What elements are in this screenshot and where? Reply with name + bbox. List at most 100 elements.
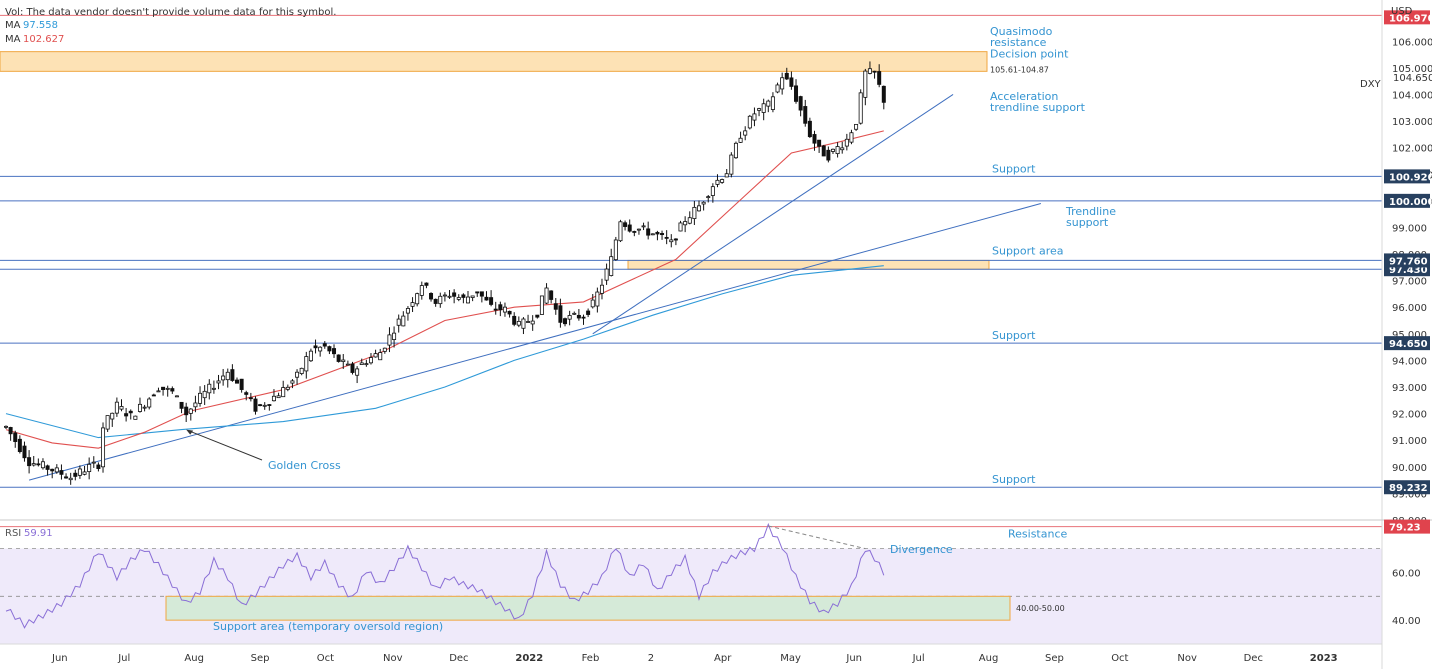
- candle-body: [604, 268, 609, 281]
- candle-body: [124, 413, 129, 417]
- candle-body: [558, 305, 563, 323]
- candle-body: [405, 308, 410, 314]
- candle-body: [364, 363, 369, 366]
- time-axis-tick: 2022: [515, 653, 543, 664]
- candle-body: [618, 221, 623, 242]
- candle-body: [632, 231, 637, 233]
- candle-body: [844, 138, 849, 147]
- candle-body: [119, 406, 124, 410]
- candle-body: [743, 130, 748, 136]
- candle-body: [8, 427, 13, 435]
- candle-body: [332, 348, 337, 355]
- time-axis-tick: Apr: [714, 653, 732, 664]
- candle-body: [114, 401, 119, 414]
- candle-body: [572, 312, 577, 315]
- candle-body: [322, 343, 327, 347]
- candle-body: [244, 392, 249, 395]
- ma1-label: MA: [5, 20, 21, 31]
- candle-body: [692, 206, 697, 219]
- time-axis-tick: Nov: [1177, 653, 1197, 664]
- candle-body: [627, 224, 632, 232]
- candle-body: [840, 147, 845, 151]
- candle-body: [493, 308, 498, 311]
- candle-body: [761, 103, 766, 113]
- tag-rsi-resistance: 79.23: [1389, 523, 1421, 534]
- candle-body: [609, 256, 614, 276]
- candle-body: [308, 350, 313, 362]
- candle-body: [789, 77, 794, 87]
- candle-body: [327, 346, 332, 352]
- quasimodo-label-line-2: resistance: [990, 36, 1047, 49]
- candle-body: [549, 290, 554, 300]
- rsi-divergence-label: Divergence: [890, 543, 953, 556]
- candle-body: [641, 225, 646, 228]
- candle-body: [410, 302, 415, 307]
- candle-body: [4, 425, 9, 428]
- candle-body: [553, 303, 558, 310]
- candle-body: [50, 468, 55, 472]
- time-axis-tick: Jun: [51, 653, 68, 664]
- candle-body: [858, 92, 863, 124]
- candle-body: [461, 294, 466, 298]
- candle-body: [803, 106, 808, 124]
- candle-body: [498, 304, 503, 311]
- candle-body: [798, 96, 803, 111]
- candle-body: [359, 362, 364, 365]
- candle-body: [720, 179, 725, 183]
- time-axis-tick: Sep: [251, 653, 270, 664]
- candle-body: [669, 239, 674, 243]
- price-axis-tick: 99.000: [1392, 223, 1427, 234]
- candle-body: [285, 386, 290, 390]
- candle-body: [516, 320, 521, 326]
- candle-body: [752, 113, 757, 121]
- candle-body: [535, 314, 540, 318]
- candle-body: [447, 295, 452, 298]
- candle-body: [345, 363, 350, 366]
- candle-body: [239, 378, 244, 390]
- tag-level-100.000: 100.000: [1389, 197, 1432, 208]
- price-axis-tick: 97.000: [1392, 277, 1427, 288]
- time-axis-tick: Jun: [845, 653, 862, 664]
- candle-body: [673, 238, 678, 241]
- candle-body: [221, 375, 226, 381]
- tag-level-100.920: 100.920: [1389, 172, 1432, 183]
- candle-body: [581, 316, 586, 319]
- candle-body: [452, 292, 457, 297]
- candle-body: [355, 368, 360, 376]
- candle-body: [475, 291, 480, 294]
- rsi-value: 59.91: [24, 528, 53, 539]
- level-label-89.232: Support: [992, 473, 1036, 486]
- candle-body: [234, 379, 239, 384]
- candle-body: [710, 186, 715, 196]
- candle-body: [36, 463, 41, 466]
- current-price-label: 104.650: [1393, 73, 1432, 84]
- candle-body: [821, 145, 826, 157]
- candle-body: [193, 402, 198, 408]
- candle-body: [368, 357, 373, 364]
- ma1-value: 97.558: [23, 20, 58, 31]
- candle-body: [170, 388, 175, 392]
- candle-body: [304, 356, 309, 372]
- decision-point-label: Decision point: [990, 48, 1069, 61]
- candle-body: [198, 392, 203, 404]
- candle-body: [156, 390, 161, 393]
- level-label-94.650: Support: [992, 329, 1036, 342]
- candle-body: [27, 457, 32, 467]
- candle-body: [45, 465, 50, 470]
- rsi-axis-tick: 60.00: [1392, 568, 1421, 579]
- price-axis-tick: 104.000: [1392, 90, 1432, 101]
- decision-point-zone: [0, 51, 988, 72]
- candle-body: [433, 298, 438, 304]
- candle-body: [64, 476, 69, 479]
- candle-body: [646, 228, 651, 236]
- candle-body: [595, 291, 600, 307]
- candle-body: [387, 334, 392, 346]
- candle-body: [830, 148, 835, 152]
- candle-body: [794, 85, 799, 102]
- candle-body: [442, 294, 447, 297]
- candle-body: [738, 137, 743, 143]
- candle-body: [350, 363, 355, 373]
- candle-body: [650, 233, 655, 236]
- price-chart[interactable]: Decision point 105.61-104.87 Support area S…: [0, 0, 1432, 669]
- candle-body: [165, 387, 170, 390]
